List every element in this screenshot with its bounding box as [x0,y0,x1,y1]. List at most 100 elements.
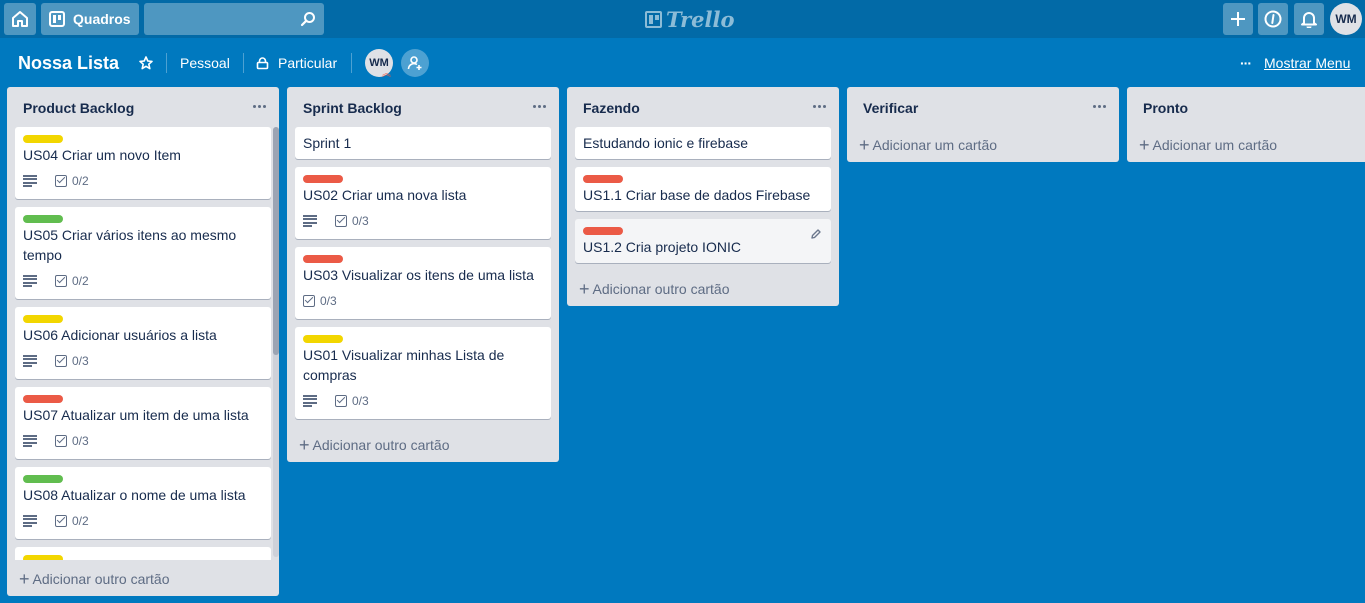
card-title: US02 Criar uma nova lista [303,187,467,203]
list-menu-button[interactable] [251,98,267,114]
checklist-icon [303,295,315,307]
create-button[interactable] [1223,3,1253,35]
add-card-button[interactable]: + Adicionar outro cartão [19,569,169,589]
scrollbar-thumb[interactable] [273,127,279,355]
card-label-yellow[interactable] [23,555,63,560]
invite-button[interactable] [401,49,429,77]
checklist-count: 0/3 [72,354,89,368]
list-menu-button[interactable] [1091,98,1107,114]
more-dot-icon [257,104,261,108]
card[interactable]: US08 Atualizar o nome de uma lista 0/2 [15,467,271,539]
add-card-button[interactable]: + Adicionar outro cartão [579,279,729,299]
show-menu-button[interactable]: ··· Mostrar Menu [1240,45,1350,81]
top-header: Quadros Trello WM [0,0,1365,38]
trello-logo-text: Trello [666,6,735,32]
list-header: Pronto [1127,87,1365,127]
card[interactable]: Estudando ionic e firebase [575,127,831,159]
bell-icon [1301,12,1317,28]
card-label-yellow[interactable] [303,335,343,343]
card-label-red[interactable] [583,227,623,235]
checklist-icon [335,395,347,407]
card-label-yellow[interactable] [23,135,63,143]
card[interactable]: Sprint 1 [295,127,551,159]
user-avatar[interactable]: WM [1330,3,1362,35]
card-title: US1.2 Cria projeto IONIC [583,239,741,255]
card-label-red[interactable] [583,175,623,183]
card[interactable]: US1.1 Criar base de dados Firebase [575,167,831,211]
list-menu-button[interactable] [811,98,827,114]
card-label-red[interactable] [23,395,63,403]
add-card-label: Adicionar um cartão [1152,137,1278,153]
more-dot-icon [262,104,266,108]
checklist-badge: 0/3 [335,394,369,408]
card[interactable]: US04 Criar um novo Item 0/2 [15,127,271,199]
card[interactable]: US03 Visualizar os itens de uma lista 0/… [295,247,551,319]
plus-icon: + [579,279,590,299]
add-card-label: Adicionar outro cartão [32,571,170,587]
checklist-icon [55,275,67,287]
header-divider [351,53,352,73]
checklist-icon [55,435,67,447]
plus-icon: + [299,435,310,455]
card[interactable]: US01 Visualizar minhas Lista de compras … [295,327,551,419]
card-label-red[interactable] [303,175,343,183]
team-button[interactable]: Pessoal [180,45,230,81]
card-badges: 0/3 [23,433,89,449]
checklist-badge: 0/3 [335,214,369,228]
home-button[interactable] [4,3,36,35]
info-button[interactable] [1258,3,1288,35]
card[interactable] [15,547,271,560]
list-header: Verificar [847,87,1119,127]
checklist-count: 0/3 [352,214,369,228]
add-card-button[interactable]: + Adicionar um cartão [1139,135,1277,155]
board-title[interactable]: Nossa Lista [18,45,119,81]
card[interactable]: US07 Atualizar um item de uma lista 0/3 [15,387,271,459]
card-label-red[interactable] [303,255,343,263]
visibility-label: Particular [278,55,338,71]
checklist-badge: 0/2 [55,174,89,188]
star-button[interactable] [139,45,155,81]
checklist-badge: 0/2 [55,274,89,288]
card[interactable]: US02 Criar uma nova lista 0/3 [295,167,551,239]
checklist-badge: 0/3 [55,354,89,368]
card[interactable]: US06 Adicionar usuários a lista 0/3 [15,307,271,379]
list-title[interactable]: Product Backlog [23,100,134,116]
checklist-icon [335,215,347,227]
show-menu-label: Mostrar Menu [1264,55,1351,71]
boards-button[interactable]: Quadros [41,3,139,35]
checklist-count: 0/3 [320,294,337,308]
add-card-button[interactable]: + Adicionar um cartão [859,135,997,155]
list-scrollbar[interactable] [273,127,279,557]
search-box[interactable] [144,3,324,35]
add-member-icon [407,56,422,70]
card-title: Sprint 1 [303,135,352,151]
notifications-button[interactable] [1294,3,1324,35]
trello-logo[interactable]: Trello [645,6,735,32]
description-icon [303,395,317,407]
header-divider [243,53,244,73]
card-label-yellow[interactable] [23,315,63,323]
list-title[interactable]: Pronto [1143,100,1188,116]
list-title[interactable]: Sprint Backlog [303,100,402,116]
list-title[interactable]: Verificar [863,100,918,116]
card[interactable]: US05 Criar vários itens ao mesmo tempo 0… [15,207,271,299]
list-pronto: Pronto + Adicionar um cartão [1127,87,1365,162]
description-icon [23,275,37,287]
pencil-icon[interactable] [810,228,822,240]
list-verificar: Verificar + Adicionar um cartão [847,87,1119,162]
more-dot-icon [1092,104,1096,108]
card[interactable]: US1.2 Cria projeto IONIC [575,219,831,263]
list-menu-button[interactable] [531,98,547,114]
list-header: Sprint Backlog [287,87,559,127]
card-label-green[interactable] [23,475,63,483]
list-title[interactable]: Fazendo [583,100,640,116]
list-header: Fazendo [567,87,839,127]
search-input[interactable] [144,3,294,35]
visibility-button[interactable]: Particular [256,45,337,81]
description-icon [303,215,317,227]
card-title: US1.1 Criar base de dados Firebase [583,187,811,203]
card-label-green[interactable] [23,215,63,223]
add-card-button[interactable]: + Adicionar outro cartão [299,435,449,455]
more-dot-icon [532,104,536,108]
more-dot-icon [817,104,821,108]
